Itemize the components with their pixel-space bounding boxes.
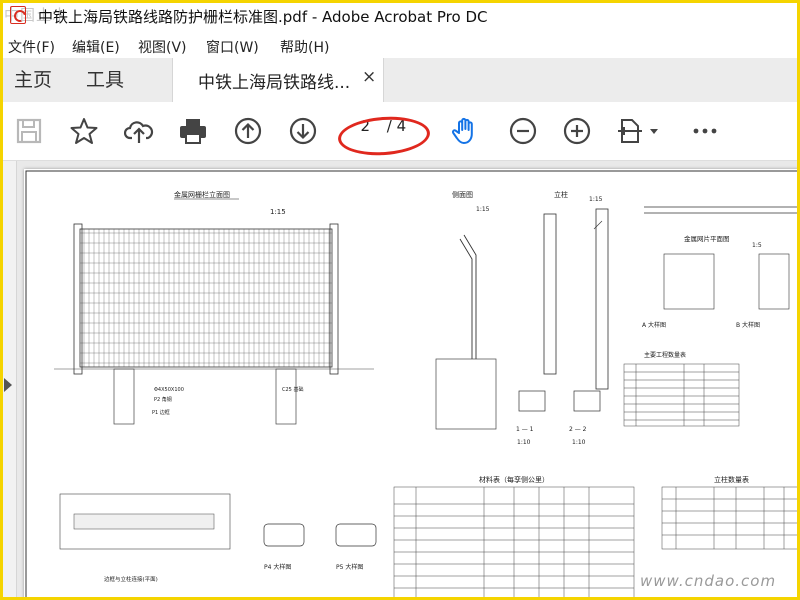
zoom-out-icon[interactable] <box>506 114 540 148</box>
menu-edit[interactable]: 编辑(E) <box>72 37 120 57</box>
side-scale: 1:15 <box>476 206 490 213</box>
section-1-scale: 1:10 <box>517 439 531 446</box>
post-title: 立柱 <box>554 190 568 199</box>
close-tab-icon[interactable]: × <box>362 67 376 87</box>
drawing-main-scale: 1:15 <box>270 208 286 216</box>
page-up-icon[interactable] <box>231 114 265 148</box>
post-table-title: 立柱数量表 <box>714 475 749 484</box>
left-panel-rail[interactable] <box>0 161 17 600</box>
cloud-upload-icon[interactable] <box>122 114 156 148</box>
drawing-main-title: 金属网栅栏立面图 <box>174 190 230 199</box>
label-mesh-spec: Φ4X50X100 <box>154 387 184 393</box>
material-table-title: 材料表（每孪侧公里） <box>479 475 549 484</box>
menu-window[interactable]: 窗口(W) <box>206 37 259 57</box>
section-2-label: 2 — 2 <box>569 426 587 433</box>
more-icon[interactable] <box>688 114 722 148</box>
qty-table-title: 主要工程数量表 <box>644 351 686 359</box>
star-icon[interactable] <box>67 114 101 148</box>
document-view[interactable]: 金属网栅栏立面图 1:15 Φ4X50X100 P2 角钢 P1 边框 C25 … <box>0 161 800 600</box>
label-p2: P2 角钢 <box>154 396 172 403</box>
footer-watermark: www.cndao.com <box>640 572 777 590</box>
expand-panel-icon[interactable] <box>4 378 12 392</box>
post-scale: 1:15 <box>589 196 603 203</box>
zoom-in-icon[interactable] <box>560 114 594 148</box>
tab-document[interactable]: 中铁上海局铁路线... × <box>172 58 384 103</box>
title-bar: 中国土木 中铁上海局铁路线路防护栅栏标准图.pdf - Adobe Acroba… <box>0 0 800 32</box>
menu-file[interactable]: 文件(F) <box>8 37 55 57</box>
label-c25: C25 基础 <box>282 386 303 393</box>
bottom-connection-label: 边框与立柱连接(平面) <box>104 575 158 583</box>
hand-icon[interactable] <box>448 114 482 148</box>
window-title: 中铁上海局铁路线路防护栅栏标准图.pdf - Adobe Acrobat Pro… <box>38 8 488 26</box>
pdf-page: 金属网栅栏立面图 1:15 Φ4X50X100 P2 角钢 P1 边框 C25 … <box>24 169 800 600</box>
save-icon[interactable] <box>12 114 46 148</box>
print-icon[interactable] <box>176 114 210 148</box>
menu-view[interactable]: 视图(V) <box>138 37 187 57</box>
document-tab-label: 中铁上海局铁路线... <box>198 73 351 93</box>
p5-detail-label: P5 大样图 <box>336 563 363 571</box>
menu-bar: 文件(F) 编辑(E) 视图(V) 窗口(W) 帮助(H) <box>0 32 800 58</box>
fence-mesh <box>79 228 333 368</box>
side-title: 侧面图 <box>452 190 473 199</box>
fit-page-icon[interactable] <box>616 114 662 148</box>
tab-bar: 主页 工具 中铁上海局铁路线... × <box>0 58 800 103</box>
net-plan-title: 金属网片平面图 <box>684 234 730 243</box>
section-1-label: 1 — 1 <box>516 426 534 433</box>
detail-b-label: B 大样图 <box>736 321 760 329</box>
tab-home[interactable]: 主页 <box>14 58 52 102</box>
menu-help[interactable]: 帮助(H) <box>280 37 329 57</box>
net-plan-scale: 1:5 <box>752 242 762 249</box>
tab-tools[interactable]: 工具 <box>86 58 124 102</box>
label-p1: P1 边框 <box>152 409 170 416</box>
page-down-icon[interactable] <box>286 114 320 148</box>
section-2-scale: 1:10 <box>572 439 586 446</box>
p4-detail-label: P4 大样图 <box>264 563 291 571</box>
acrobat-app-icon <box>10 6 26 24</box>
detail-a-label: A 大样图 <box>642 321 666 329</box>
